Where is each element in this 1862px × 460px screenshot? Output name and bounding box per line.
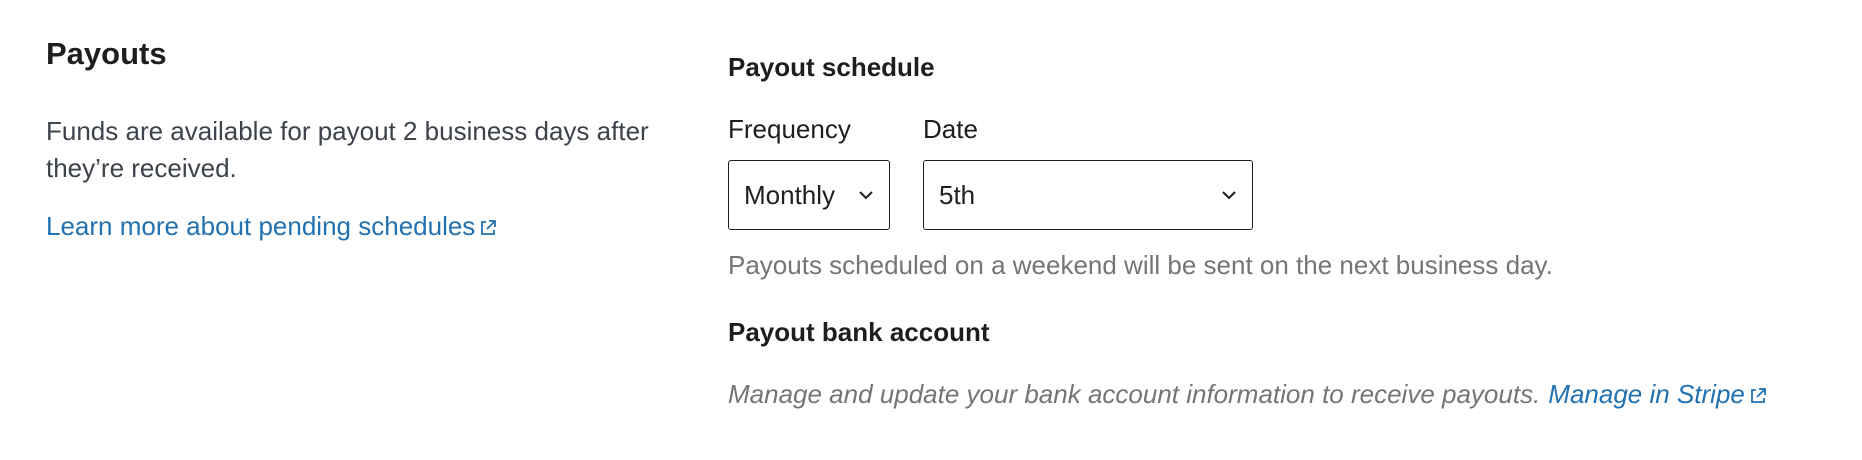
external-link-icon — [1748, 386, 1770, 408]
frequency-select[interactable]: Monthly — [728, 160, 890, 230]
payouts-description: Funds are available for payout 2 busines… — [46, 116, 649, 183]
learn-more-link-label: Learn more about pending schedules — [46, 211, 476, 241]
payouts-heading: Payouts — [46, 36, 167, 71]
chevron-down-icon — [859, 191, 873, 200]
date-select-value: 5th — [939, 179, 976, 210]
payout-bank-account-heading: Payout bank account — [728, 317, 990, 347]
date-select[interactable]: 5th — [923, 160, 1253, 230]
payout-schedule-heading: Payout schedule — [728, 52, 935, 82]
manage-in-stripe-label: Manage in Stripe — [1548, 379, 1745, 409]
external-link-icon — [478, 218, 500, 240]
manage-in-stripe-link[interactable]: Manage in Stripe — [1548, 379, 1770, 410]
frequency-label: Frequency — [728, 114, 851, 144]
chevron-down-icon — [1222, 191, 1236, 200]
bank-account-info: Manage and update your bank account info… — [728, 379, 1770, 410]
frequency-select-value: Monthly — [744, 179, 836, 210]
bank-account-description: Manage and update your bank account info… — [728, 379, 1541, 409]
learn-more-link[interactable]: Learn more about pending schedules — [46, 211, 500, 242]
date-label: Date — [923, 114, 978, 144]
weekend-help-text: Payouts scheduled on a weekend will be s… — [728, 250, 1553, 280]
